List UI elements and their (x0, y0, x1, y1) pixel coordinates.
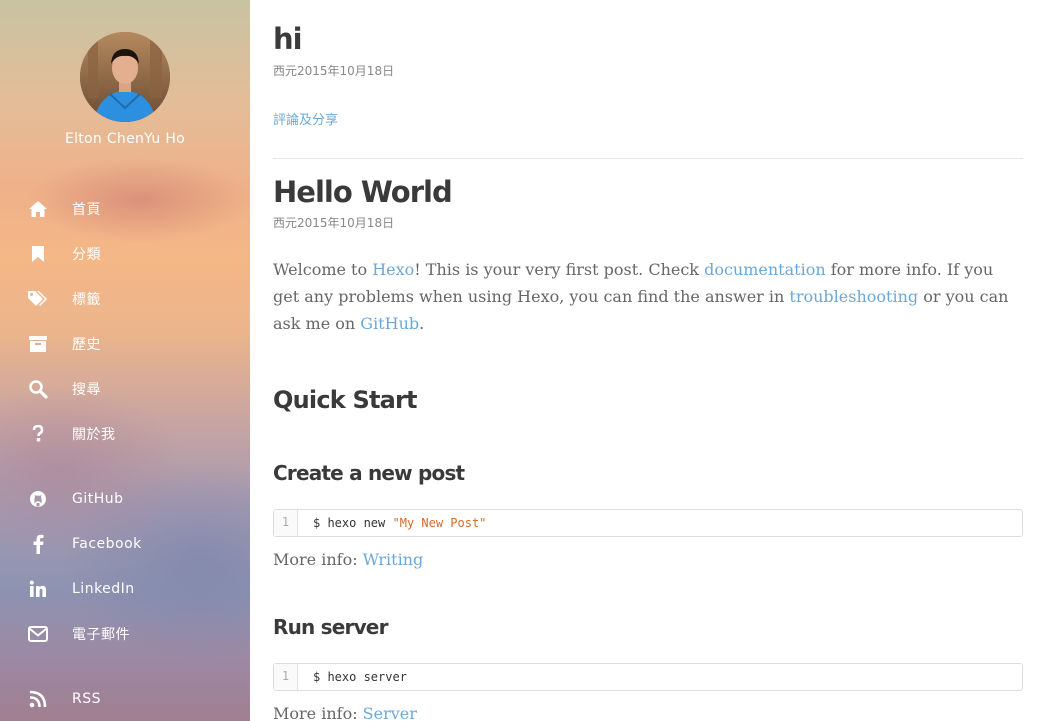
nav-item-rss[interactable]: RSS (0, 681, 250, 717)
nav-item-archives[interactable]: 歷史 (0, 326, 250, 362)
nav-label-home: 首頁 (72, 202, 101, 218)
archive-icon (27, 333, 49, 355)
nav-label-github: GitHub (72, 491, 124, 507)
nav-item-tags[interactable]: 標籤 (0, 281, 250, 317)
search-icon (27, 378, 49, 400)
code-line: $ hexo server (313, 670, 407, 684)
post-intro-paragraph: Welcome to Hexo! This is your very first… (273, 260, 1009, 333)
hexo-link[interactable]: Hexo (372, 260, 414, 279)
tags-icon (27, 288, 49, 310)
nav-label-rss: RSS (72, 691, 102, 707)
post-date: 西元2015年10月18日 (273, 216, 395, 230)
post-date: 西元2015年10月18日 (273, 64, 395, 78)
github-icon (27, 488, 49, 510)
section-heading: Run server (273, 615, 388, 639)
nav-label-search: 搜尋 (72, 382, 101, 398)
nav-label-facebook: Facebook (72, 536, 142, 552)
nav-label-email: 電子郵件 (72, 627, 130, 643)
nav-item-about[interactable]: 關於我 (0, 416, 250, 452)
linkedin-icon (27, 578, 49, 600)
code-line: $ hexo new "My New Post" (313, 516, 487, 530)
troubleshooting-link[interactable]: troubleshooting (789, 287, 918, 306)
more-info-paragraph: More info: Server (273, 704, 417, 721)
quick-start-heading: Quick Start (273, 386, 418, 414)
home-icon (27, 198, 49, 220)
nav-label-about: 關於我 (72, 427, 116, 443)
facebook-icon (27, 533, 49, 555)
writing-link[interactable]: Writing (363, 550, 424, 569)
post-divider (273, 158, 1023, 159)
line-number: 1 (274, 664, 298, 690)
avatar[interactable] (80, 32, 170, 122)
nav-label-categories: 分類 (72, 247, 101, 263)
code-block: 1 $ hexo new "My New Post" (273, 509, 1023, 537)
comment-share-link[interactable]: 評論及分享 (273, 109, 338, 128)
section-heading: Create a new post (273, 461, 465, 485)
nav-item-home[interactable]: 首頁 (0, 191, 250, 227)
server-link[interactable]: Server (363, 704, 417, 721)
github-link[interactable]: GitHub (360, 314, 419, 333)
bookmark-icon (27, 243, 49, 265)
nav-label-tags: 標籤 (72, 292, 101, 308)
envelope-icon (27, 623, 49, 645)
nav-label-archives: 歷史 (72, 337, 101, 353)
sidebar: Elton ChenYu Ho 首頁 分類 標籤 歷史 搜尋 關於我 GitHu… (0, 0, 250, 721)
question-icon (27, 423, 49, 445)
nav-item-facebook[interactable]: Facebook (0, 526, 250, 562)
main-content: hi 西元2015年10月18日 評論及分享 Hello World 西元201… (273, 0, 1023, 721)
nav-item-linkedin[interactable]: LinkedIn (0, 571, 250, 607)
documentation-link[interactable]: documentation (704, 260, 826, 279)
nav-item-email[interactable]: 電子郵件 (0, 616, 250, 652)
nav-item-categories[interactable]: 分類 (0, 236, 250, 272)
rss-icon (27, 688, 49, 710)
post-title[interactable]: hi (273, 22, 303, 56)
more-info-paragraph: More info: Writing (273, 550, 424, 569)
author-name: Elton ChenYu Ho (64, 131, 186, 147)
nav-item-github[interactable]: GitHub (0, 481, 250, 517)
line-number: 1 (274, 510, 298, 536)
nav-label-linkedin: LinkedIn (72, 581, 135, 597)
code-block: 1 $ hexo server (273, 663, 1023, 691)
nav-item-search[interactable]: 搜尋 (0, 371, 250, 407)
post-title[interactable]: Hello World (273, 175, 453, 209)
